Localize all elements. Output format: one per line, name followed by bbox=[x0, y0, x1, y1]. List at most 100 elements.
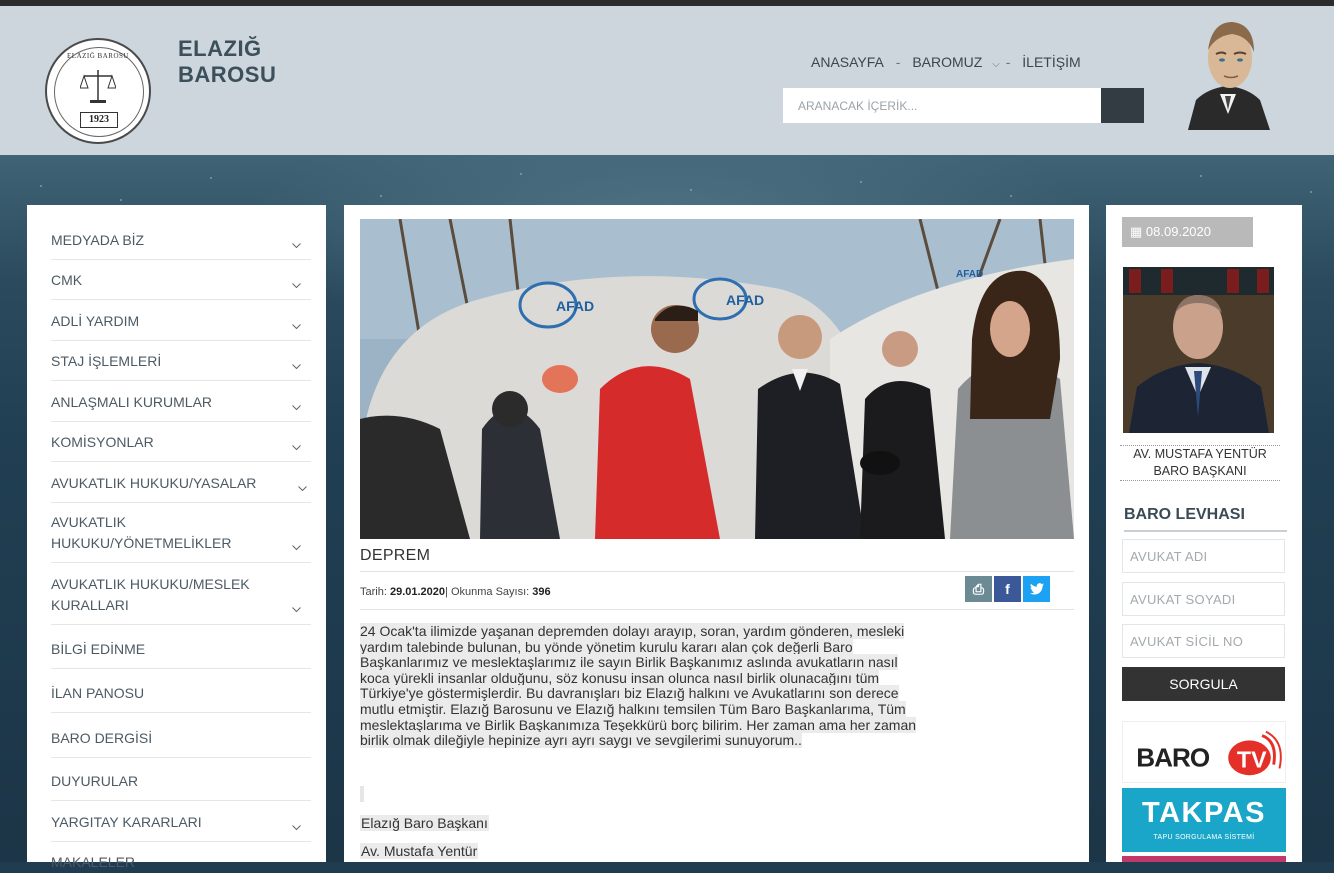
article-panel: AFAD AFAD AFAD DEPREM Tarih: 29.01.2020|… bbox=[344, 205, 1089, 862]
reads-value: 396 bbox=[532, 586, 551, 598]
sidebar-item-label: YARGITAY KARARLARI bbox=[51, 814, 202, 830]
sidebar-item-yargitay-kararlari[interactable]: YARGITAY KARARLARI bbox=[51, 801, 311, 842]
body-line: mutlu etmiştir. Elazığ Barosunu ve Elazı… bbox=[360, 700, 906, 717]
sidebar-item-bilgi-edinme[interactable]: BİLGİ EDİNME bbox=[51, 625, 311, 669]
tent-label: AFAD bbox=[956, 269, 983, 280]
logo-ring-text: ELAZIĞ BAROSU bbox=[67, 52, 129, 60]
sidebar-item-anlasmali-kurumlar[interactable]: ANLAŞMALI KURUMLAR bbox=[51, 381, 311, 422]
takpas-subtitle: TAPU SORGULAMA SİSTEMİ bbox=[1153, 834, 1255, 841]
chevron-down-icon bbox=[292, 324, 301, 330]
sidebar-item-label: ADLİ YARDIM bbox=[51, 313, 140, 329]
chevron-down-icon bbox=[292, 445, 301, 451]
nav-anasayfa[interactable]: ANASAYFA bbox=[811, 54, 884, 70]
sidebar-item-adli-yardim[interactable]: ADLİ YARDIM bbox=[51, 300, 311, 341]
article-body: 24 Ocak'ta ilimizde yaşanan depremden do… bbox=[360, 623, 1073, 749]
bar-association-logo[interactable]: ELAZIĞ BAROSU 1923 bbox=[45, 38, 151, 144]
president-caption: AV. MUSTAFA YENTÜR BARO BAŞKANI bbox=[1120, 445, 1280, 481]
sidebar-item-label: MAKALELER bbox=[51, 854, 136, 870]
sidebar-item-staj-islemleri[interactable]: STAJ İŞLEMLERİ bbox=[51, 341, 311, 381]
reads-label: | Okunma Sayısı: bbox=[445, 586, 530, 598]
sidebar-item-label: AVUKATLIK bbox=[51, 514, 126, 530]
sidebar-item-label: KOMİSYONLAR bbox=[51, 434, 154, 450]
sidebar-item-meslek-kurallari[interactable]: AVUKATLIK HUKUKU/MESLEK KURALLARI bbox=[51, 563, 311, 625]
divider bbox=[360, 609, 1074, 610]
date-label: Tarih: bbox=[360, 586, 387, 598]
sidebar-item-label: BİLGİ EDİNME bbox=[51, 641, 146, 657]
chevron-down-icon bbox=[292, 825, 301, 831]
sidebar-item-medyada-biz[interactable]: MEDYADA BİZ bbox=[51, 222, 311, 260]
logo-year: 1923 bbox=[80, 112, 118, 128]
calendar-icon: ▦ bbox=[1130, 224, 1143, 239]
sidebar-item-label: AVUKATLIK HUKUKU/YASALAR bbox=[51, 475, 257, 491]
baro-tv-banner[interactable]: BARO TV bbox=[1122, 721, 1286, 783]
body-line: koca yürekli insanlar olduğunu, söz konu… bbox=[360, 669, 880, 686]
nav-separator: - bbox=[895, 54, 901, 70]
sidebar-item-yasalar[interactable]: AVUKATLIK HUKUKU/YASALAR bbox=[51, 462, 311, 503]
takpas-banner[interactable]: TAKPAS TAPU SORGULAMA SİSTEMİ bbox=[1122, 788, 1286, 852]
sidebar-item-makaleler[interactable]: MAKALELER bbox=[51, 842, 311, 872]
divider bbox=[360, 571, 1074, 572]
chevron-down-icon bbox=[292, 364, 301, 370]
article-photo[interactable]: AFAD AFAD AFAD bbox=[360, 219, 1074, 539]
tent-label: AFAD bbox=[556, 298, 594, 314]
body-line: 24 Ocak'ta ilimizde yaşanan depremden do… bbox=[360, 623, 905, 639]
sidebar-item-baro-dergisi[interactable]: BARO DERGİSİ bbox=[51, 713, 311, 758]
top-navigation: ANASAYFA - BAROMUZ ⌵ - İLETİŞİM bbox=[811, 54, 1081, 70]
chevron-down-icon bbox=[292, 607, 301, 613]
date-value: 29.01.2020 bbox=[389, 586, 446, 598]
chevron-down-icon bbox=[292, 243, 301, 249]
scales-icon bbox=[80, 70, 116, 103]
brand-line-2: BAROSU bbox=[178, 62, 277, 87]
body-line: meslektaşlarıma ve Birlik Başkanımıza Te… bbox=[360, 716, 917, 733]
sidebar-item-label: KURALLARI bbox=[51, 597, 129, 613]
right-sidebar: ▦ 08.09.2020 AV. MUSTAFA YENTÜR BARO BAŞ… bbox=[1106, 205, 1302, 862]
twitter-icon[interactable] bbox=[1023, 576, 1050, 602]
next-banner-edge[interactable] bbox=[1122, 856, 1286, 862]
body-line: Başkanlarımız ve meslektaşlarımız ile sa… bbox=[360, 654, 898, 671]
sidebar-item-duyurular[interactable]: DUYURULAR bbox=[51, 758, 311, 801]
lawyer-registry-input[interactable] bbox=[1122, 624, 1285, 658]
sidebar-item-label: MEDYADA BİZ bbox=[51, 232, 145, 248]
nav-separator: - bbox=[1005, 54, 1011, 70]
sidebar-menu: MEDYADA BİZ CMK ADLİ YARDIM STAJ İŞLEMLE… bbox=[27, 205, 326, 870]
article-title: DEPREM bbox=[360, 547, 431, 564]
signature-name: Av. Mustafa Yentür bbox=[360, 843, 479, 859]
chevron-down-icon bbox=[292, 545, 301, 551]
search-input[interactable] bbox=[783, 88, 1098, 123]
site-brand[interactable]: ELAZIĞ BAROSU bbox=[178, 36, 276, 88]
president-name: AV. MUSTAFA YENTÜR bbox=[1133, 447, 1267, 461]
facebook-icon[interactable]: f bbox=[994, 576, 1021, 602]
body-line: Türkiye'ye göstermişlerdir. Bu davranışl… bbox=[360, 685, 899, 702]
brand-line-1: ELAZIĞ bbox=[178, 36, 262, 61]
sidebar-item-label: STAJ İŞLEMLERİ bbox=[51, 353, 162, 369]
body-line: birlik olmak dileğiyle hepinize ayrı ayr… bbox=[360, 732, 802, 749]
current-date: 08.09.2020 bbox=[1145, 224, 1211, 239]
sidebar-item-ilan-panosu[interactable]: İLAN PANOSU bbox=[51, 669, 311, 713]
date-badge: ▦ 08.09.2020 bbox=[1122, 217, 1253, 247]
print-icon[interactable]: ⎙ bbox=[965, 576, 992, 602]
chevron-down-icon bbox=[292, 405, 301, 411]
query-button[interactable]: SORGULA bbox=[1122, 667, 1285, 701]
nav-iletisim[interactable]: İLETİŞİM bbox=[1022, 54, 1080, 70]
sidebar-item-label: AVUKATLIK HUKUKU/MESLEK bbox=[51, 576, 250, 592]
tent-label: AFAD bbox=[726, 292, 764, 308]
sidebar-item-label: HUKUKU/YÖNETMELİKLER bbox=[51, 535, 232, 551]
lawyer-surname-input[interactable] bbox=[1122, 582, 1285, 616]
sidebar-item-cmk[interactable]: CMK bbox=[51, 260, 311, 300]
chevron-down-icon bbox=[298, 486, 307, 492]
search-box bbox=[783, 88, 1101, 123]
ataturk-portrait bbox=[1188, 22, 1270, 130]
sidebar-item-komisyonlar[interactable]: KOMİSYONLAR bbox=[51, 422, 311, 462]
empty-paragraph bbox=[360, 786, 364, 802]
signature-title: Elazığ Baro Başkanı bbox=[360, 815, 489, 831]
sidebar-item-yonetmelikler[interactable]: AVUKATLIK HUKUKU/YÖNETMELİKLER bbox=[51, 503, 311, 563]
sidebar-item-label: ANLAŞMALI KURUMLAR bbox=[51, 394, 213, 410]
lawyer-name-input[interactable] bbox=[1122, 539, 1285, 573]
sidebar-item-label: İLAN PANOSU bbox=[51, 685, 145, 701]
baro-levhasi-title: BARO LEVHASI bbox=[1124, 506, 1287, 532]
search-button[interactable] bbox=[1101, 88, 1144, 123]
article-meta: Tarih: 29.01.2020| Okunma Sayısı: 396 bbox=[360, 586, 551, 598]
chevron-down-icon[interactable]: ⌵ bbox=[992, 59, 1000, 70]
president-photo[interactable] bbox=[1123, 267, 1274, 433]
nav-baromuz[interactable]: BAROMUZ bbox=[912, 54, 982, 70]
